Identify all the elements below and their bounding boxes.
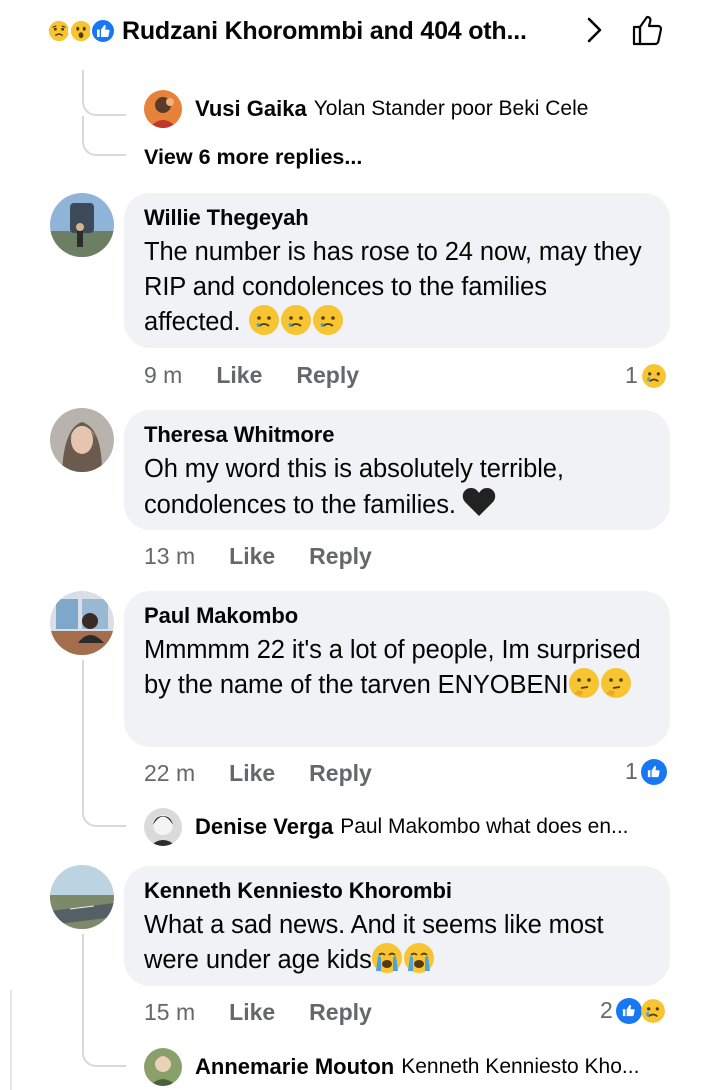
comment-text: Mmmmm 22 it's a lot of people, Im surpri… xyxy=(144,636,641,699)
comment-timestamp[interactable]: 13 m xyxy=(144,543,195,570)
comment-text: Oh my word this is absolutely terrible, … xyxy=(144,455,564,519)
reply-button[interactable]: Reply xyxy=(309,999,372,1026)
reply-author[interactable]: Denise Verga xyxy=(195,814,333,840)
comment-actions: 22 m Like Reply xyxy=(144,760,406,787)
reaction-count-number: 2 xyxy=(600,997,613,1023)
avatar[interactable] xyxy=(144,1048,182,1086)
comment-timestamp[interactable]: 15 m xyxy=(144,999,195,1026)
like-button[interactable]: Like xyxy=(229,760,275,787)
comment-bubble: Theresa Whitmore Oh my word this is abso… xyxy=(124,410,670,530)
comment-author[interactable]: Willie Thegeyah xyxy=(144,205,650,231)
reaction-count-number: 1 xyxy=(625,758,638,784)
reactions-header[interactable]: Rudzani Khorommbi and 404 oth... xyxy=(0,0,720,62)
like-button[interactable]: Like xyxy=(229,999,275,1026)
reply-author[interactable]: Annemarie Mouton xyxy=(195,1054,394,1080)
avatar[interactable] xyxy=(50,591,114,655)
reactions-summary-title: Rudzani Khorommbi and 404 oth... xyxy=(122,16,527,45)
comment-text: What a sad news. And it seems like most … xyxy=(144,911,604,974)
reply-text: Paul Makombo what does en... xyxy=(340,815,629,838)
thread-connector xyxy=(82,785,126,827)
comment-author[interactable]: Paul Makombo xyxy=(144,603,650,629)
sad-emoji-icon xyxy=(281,305,312,335)
comment-bubble: Paul Makombo Mmmmm 22 it's a lot of peop… xyxy=(124,591,670,747)
reply-preview[interactable]: Vusi Gaika Yolan Stander poor Beki Cele xyxy=(195,96,588,122)
comment-author[interactable]: Kenneth Kenniesto Khorombi xyxy=(144,878,650,904)
like-reaction-icon xyxy=(615,997,642,1024)
comment-actions: 9 m Like Reply xyxy=(144,362,393,389)
thumbs-up-outline-icon[interactable] xyxy=(628,10,668,50)
thread-connector xyxy=(82,72,126,116)
reply-preview[interactable]: Annemarie Mouton Kenneth Kenniesto Kho..… xyxy=(195,1054,639,1080)
reply-text: Yolan Stander poor Beki Cele xyxy=(313,97,589,120)
panel-edge xyxy=(0,990,12,1090)
sad-emoji-icon xyxy=(249,305,280,335)
thread-connector xyxy=(82,1025,126,1067)
crying-emoji-icon xyxy=(403,943,434,973)
crying-emoji-icon xyxy=(371,943,402,973)
comment-bubble: Kenneth Kenniesto Khorombi What a sad ne… xyxy=(124,866,670,986)
comment-actions: 13 m Like Reply xyxy=(144,543,406,570)
comment-actions: 15 m Like Reply xyxy=(144,999,406,1026)
sad-emoji-icon xyxy=(313,305,344,335)
sad-reaction-icon xyxy=(640,998,666,1024)
thread-line xyxy=(82,934,84,1034)
like-reaction-icon xyxy=(640,758,667,785)
reply-button[interactable]: Reply xyxy=(309,543,372,570)
reaction-count[interactable]: 1 xyxy=(625,758,667,785)
reply-text: Kenneth Kenniesto Kho... xyxy=(401,1055,640,1078)
reply-preview[interactable]: Denise Verga Paul Makombo what does en..… xyxy=(195,814,629,840)
avatar[interactable] xyxy=(50,408,114,472)
view-more-replies-link[interactable]: View 6 more replies... xyxy=(144,145,362,170)
reaction-count-number: 1 xyxy=(625,362,638,388)
chevron-right-icon[interactable] xyxy=(580,12,610,48)
thread-line xyxy=(82,660,84,790)
avatar[interactable] xyxy=(144,808,182,846)
reply-button[interactable]: Reply xyxy=(309,760,372,787)
reaction-count[interactable]: 1 xyxy=(625,362,667,389)
header-reaction-icons xyxy=(46,18,116,44)
comment-timestamp[interactable]: 22 m xyxy=(144,760,195,787)
comment-bubble: Willie Thegeyah The number is has rose t… xyxy=(124,193,670,348)
thread-connector xyxy=(82,116,126,156)
reaction-count[interactable]: 2 xyxy=(600,997,666,1024)
reply-author[interactable]: Vusi Gaika xyxy=(195,96,307,122)
avatar[interactable] xyxy=(144,90,182,128)
thinking-emoji-icon xyxy=(568,668,599,698)
like-reaction-icon xyxy=(90,18,116,44)
comment-text: The number is has rose to 24 now, may th… xyxy=(144,238,642,336)
black-heart-icon xyxy=(462,488,496,516)
avatar[interactable] xyxy=(50,193,114,257)
like-button[interactable]: Like xyxy=(229,543,275,570)
sad-reaction-icon xyxy=(641,363,667,389)
reply-button[interactable]: Reply xyxy=(296,362,359,389)
comment-timestamp[interactable]: 9 m xyxy=(144,362,182,389)
avatar[interactable] xyxy=(50,865,114,929)
thinking-emoji-icon xyxy=(600,668,631,698)
comment-author[interactable]: Theresa Whitmore xyxy=(144,422,650,448)
like-button[interactable]: Like xyxy=(216,362,262,389)
